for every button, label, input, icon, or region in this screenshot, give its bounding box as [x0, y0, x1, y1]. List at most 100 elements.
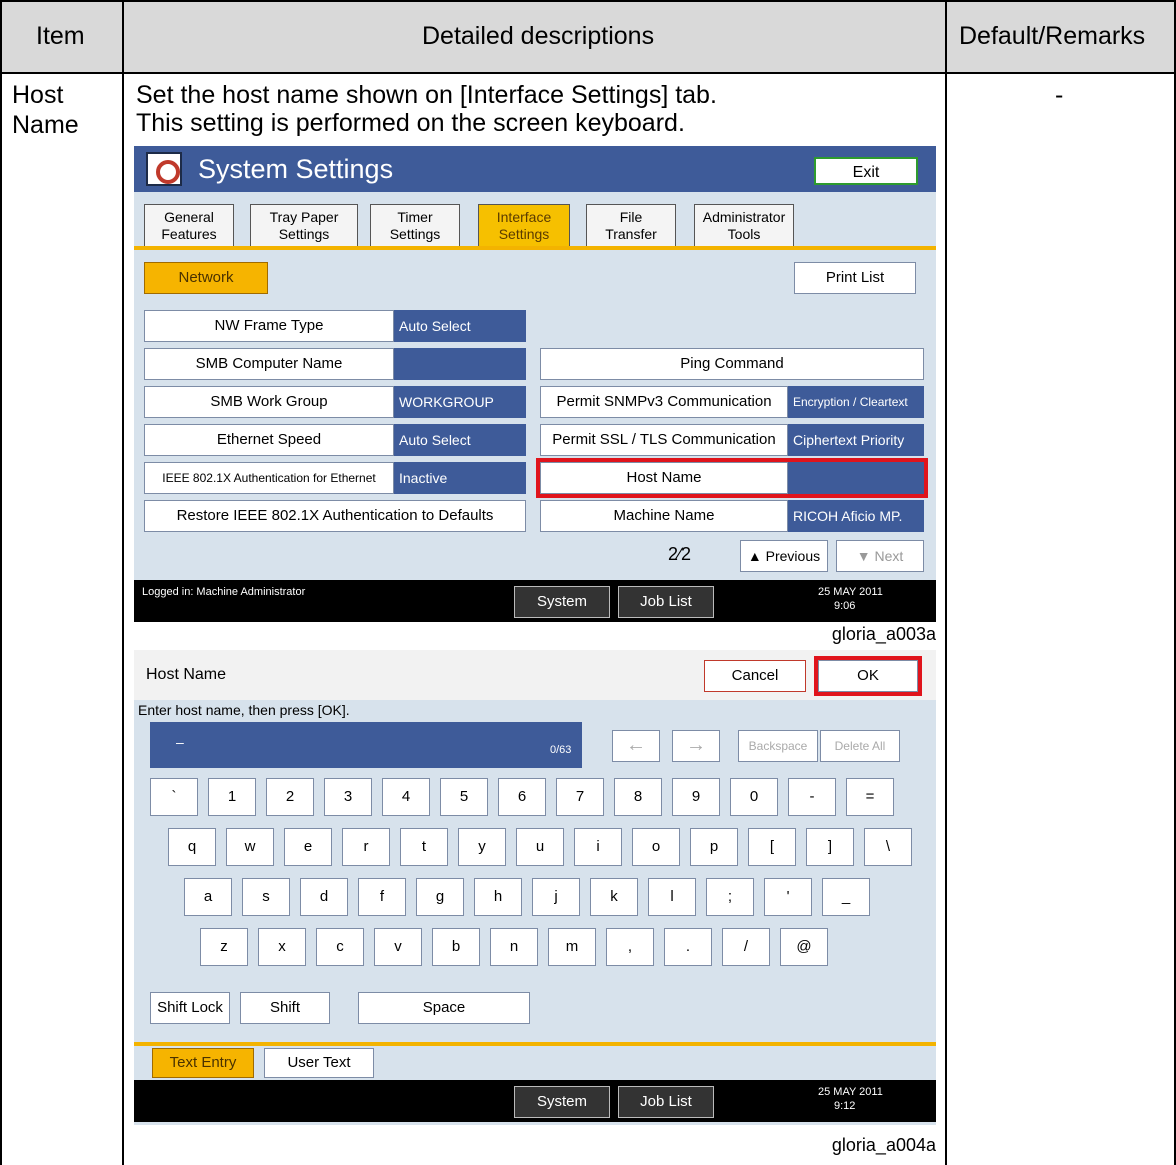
- keyboard-key[interactable]: ': [764, 878, 812, 916]
- ieee-8021x-authentication-button[interactable]: IEEE 802.1X Authentication for Ethernet: [144, 462, 394, 494]
- keyboard-key[interactable]: -: [788, 778, 836, 816]
- network-button[interactable]: Network: [144, 262, 268, 294]
- permit-snmpv3-button[interactable]: Permit SNMPv3 Communication: [540, 386, 788, 418]
- tab-label: Settings: [498, 226, 550, 242]
- page-indicator: 2∕2: [668, 544, 692, 564]
- cursor-left-button[interactable]: ←: [612, 730, 660, 762]
- cursor-right-button[interactable]: →: [672, 730, 720, 762]
- ethernet-speed-button[interactable]: Ethernet Speed: [144, 424, 394, 456]
- tab-file-transfer[interactable]: File Transfer: [586, 204, 676, 246]
- keyboard-key[interactable]: d: [300, 878, 348, 916]
- keyboard-key[interactable]: 5: [440, 778, 488, 816]
- job-list-button[interactable]: Job List: [618, 586, 714, 618]
- header-default-remarks: Default/Remarks: [959, 22, 1146, 50]
- smb-computer-name-button[interactable]: SMB Computer Name: [144, 348, 394, 380]
- ping-command-button[interactable]: Ping Command: [540, 348, 924, 380]
- keyboard-key[interactable]: @: [780, 928, 828, 966]
- keyboard-key[interactable]: h: [474, 878, 522, 916]
- keyboard-key[interactable]: .: [664, 928, 712, 966]
- row-item-name: Host Name: [12, 81, 79, 139]
- keyboard-key[interactable]: 9: [672, 778, 720, 816]
- keyboard-key[interactable]: c: [316, 928, 364, 966]
- keyboard-key[interactable]: ]: [806, 828, 854, 866]
- next-button[interactable]: ▼ Next: [836, 540, 924, 572]
- previous-button[interactable]: ▲ Previous: [740, 540, 828, 572]
- tab-label: File: [619, 209, 643, 225]
- exit-button[interactable]: Exit: [814, 157, 918, 185]
- shift-lock-button[interactable]: Shift Lock: [150, 992, 230, 1024]
- tab-general-features[interactable]: General Features: [144, 204, 234, 246]
- keyboard-key[interactable]: _: [822, 878, 870, 916]
- keyboard-key[interactable]: 4: [382, 778, 430, 816]
- keyboard-key[interactable]: 1: [208, 778, 256, 816]
- keyboard-key[interactable]: y: [458, 828, 506, 866]
- keyboard-key[interactable]: 3: [324, 778, 372, 816]
- delete-all-button[interactable]: Delete All: [820, 730, 900, 762]
- print-list-button[interactable]: Print List: [794, 262, 916, 294]
- tab-administrator-tools[interactable]: Administrator Tools: [694, 204, 794, 246]
- keyboard-key[interactable]: g: [416, 878, 464, 916]
- keyboard-key[interactable]: n: [490, 928, 538, 966]
- tab-label: Administrator: [702, 209, 786, 225]
- keyboard-key[interactable]: o: [632, 828, 680, 866]
- keyboard-key[interactable]: \: [864, 828, 912, 866]
- keyboard-key[interactable]: a: [184, 878, 232, 916]
- keyboard-key[interactable]: 2: [266, 778, 314, 816]
- text-entry-tab[interactable]: Text Entry: [152, 1048, 254, 1078]
- description-line-2: This setting is performed on the screen …: [136, 109, 685, 137]
- keyboard-key[interactable]: /: [722, 928, 770, 966]
- keyboard-key[interactable]: w: [226, 828, 274, 866]
- keyboard-key[interactable]: v: [374, 928, 422, 966]
- keyboard-key[interactable]: p: [690, 828, 738, 866]
- default-value: -: [1055, 81, 1064, 109]
- keyboard-key[interactable]: r: [342, 828, 390, 866]
- keyboard-key[interactable]: q: [168, 828, 216, 866]
- keyboard-key[interactable]: `: [150, 778, 198, 816]
- keyboard-key[interactable]: b: [432, 928, 480, 966]
- keyboard-key[interactable]: 7: [556, 778, 604, 816]
- keyboard-key[interactable]: x: [258, 928, 306, 966]
- keyboard-key[interactable]: 6: [498, 778, 546, 816]
- keyboard-key[interactable]: f: [358, 878, 406, 916]
- nw-frame-type-button[interactable]: NW Frame Type: [144, 310, 394, 342]
- tab-underline: [134, 246, 936, 250]
- system-status-button[interactable]: System Status: [514, 586, 610, 618]
- keyboard-key[interactable]: k: [590, 878, 638, 916]
- keyboard-key[interactable]: ;: [706, 878, 754, 916]
- keyboard-key[interactable]: t: [400, 828, 448, 866]
- keyboard-key[interactable]: =: [846, 778, 894, 816]
- tab-timer-settings[interactable]: Timer Settings: [370, 204, 460, 246]
- tab-interface-settings[interactable]: Interface Settings: [478, 204, 570, 246]
- user-text-tab[interactable]: User Text: [264, 1048, 374, 1078]
- keyboard-key[interactable]: e: [284, 828, 332, 866]
- smb-work-group-button[interactable]: SMB Work Group: [144, 386, 394, 418]
- machine-name-button[interactable]: Machine Name: [540, 500, 788, 532]
- keyboard-key[interactable]: l: [648, 878, 696, 916]
- job-list-button[interactable]: Job List: [618, 1086, 714, 1118]
- tab-label: Interface: [496, 209, 552, 225]
- keyboard-key[interactable]: s: [242, 878, 290, 916]
- restore-ieee-defaults-button[interactable]: Restore IEEE 802.1X Authentication to De…: [144, 500, 526, 532]
- cancel-button[interactable]: Cancel: [704, 660, 806, 692]
- keyboard-key[interactable]: z: [200, 928, 248, 966]
- permit-ssl-tls-button[interactable]: Permit SSL / TLS Communication: [540, 424, 788, 456]
- system-status-button[interactable]: System Status: [514, 1086, 610, 1125]
- keyboard-key[interactable]: 8: [614, 778, 662, 816]
- tab-tray-paper-settings[interactable]: Tray Paper Settings: [250, 204, 358, 246]
- keyboard-key[interactable]: j: [532, 878, 580, 916]
- host-name-keyboard-screenshot: Host Name Cancel OK Enter host name, the…: [134, 650, 936, 1125]
- keyboard-key[interactable]: 0: [730, 778, 778, 816]
- instruction-text: Enter host name, then press [OK].: [138, 702, 350, 718]
- shift-button[interactable]: Shift: [240, 992, 330, 1024]
- keyboard-key[interactable]: i: [574, 828, 622, 866]
- keyboard-key[interactable]: [: [748, 828, 796, 866]
- keyboard-key[interactable]: ,: [606, 928, 654, 966]
- ok-highlight: [814, 656, 922, 696]
- keyboard-key[interactable]: u: [516, 828, 564, 866]
- keyboard-key[interactable]: m: [548, 928, 596, 966]
- host-name-entry-field[interactable]: – 0/63: [150, 722, 582, 768]
- smb-work-group-value: WORKGROUP: [394, 386, 526, 418]
- screenshot-caption-1: gloria_a003a: [831, 624, 936, 644]
- backspace-button[interactable]: Backspace: [738, 730, 818, 762]
- space-button[interactable]: Space: [358, 992, 530, 1024]
